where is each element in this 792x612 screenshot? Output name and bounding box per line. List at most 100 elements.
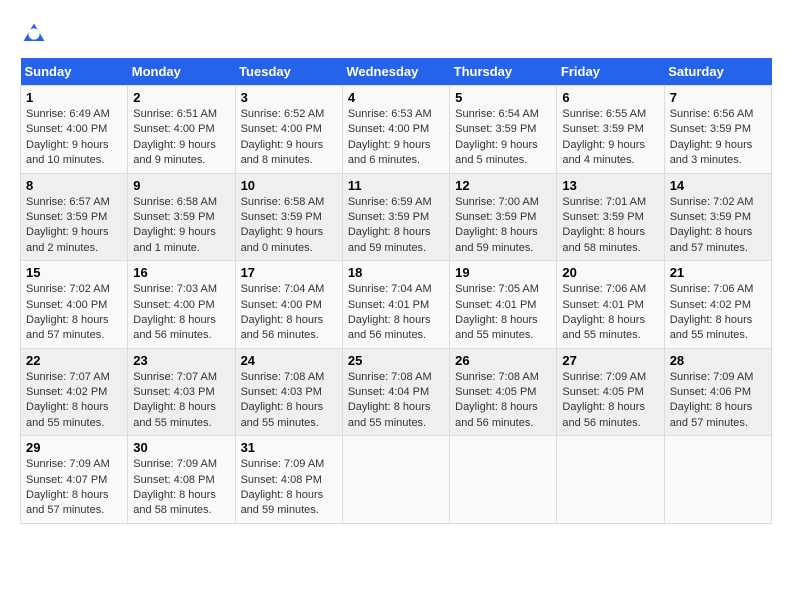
day-detail: Sunrise: 7:09 AMSunset: 4:06 PMDaylight:… xyxy=(670,371,754,429)
calendar-cell: 30 Sunrise: 7:09 AMSunset: 4:08 PMDaylig… xyxy=(128,436,235,524)
day-number: 20 xyxy=(562,265,658,280)
day-number: 18 xyxy=(348,265,444,280)
day-detail: Sunrise: 6:58 AMSunset: 3:59 PMDaylight:… xyxy=(133,196,217,254)
day-detail: Sunrise: 6:58 AMSunset: 3:59 PMDaylight:… xyxy=(241,196,325,254)
day-detail: Sunrise: 7:01 AMSunset: 3:59 PMDaylight:… xyxy=(562,196,646,254)
calendar-cell: 2 Sunrise: 6:51 AMSunset: 4:00 PMDayligh… xyxy=(128,86,235,174)
calendar-cell: 5 Sunrise: 6:54 AMSunset: 3:59 PMDayligh… xyxy=(450,86,557,174)
day-detail: Sunrise: 6:56 AMSunset: 3:59 PMDaylight:… xyxy=(670,108,754,166)
calendar-cell xyxy=(664,436,771,524)
calendar-body: 1 Sunrise: 6:49 AMSunset: 4:00 PMDayligh… xyxy=(21,86,772,524)
calendar-cell: 17 Sunrise: 7:04 AMSunset: 4:00 PMDaylig… xyxy=(235,261,342,349)
calendar-cell: 29 Sunrise: 7:09 AMSunset: 4:07 PMDaylig… xyxy=(21,436,128,524)
calendar-cell: 27 Sunrise: 7:09 AMSunset: 4:05 PMDaylig… xyxy=(557,348,664,436)
day-detail: Sunrise: 7:03 AMSunset: 4:00 PMDaylight:… xyxy=(133,283,217,341)
calendar-cell: 22 Sunrise: 7:07 AMSunset: 4:02 PMDaylig… xyxy=(21,348,128,436)
days-of-week-row: SundayMondayTuesdayWednesdayThursdayFrid… xyxy=(21,58,772,86)
day-detail: Sunrise: 7:07 AMSunset: 4:02 PMDaylight:… xyxy=(26,371,110,429)
day-number: 4 xyxy=(348,90,444,105)
calendar-cell: 9 Sunrise: 6:58 AMSunset: 3:59 PMDayligh… xyxy=(128,173,235,261)
day-number: 25 xyxy=(348,353,444,368)
calendar-cell: 28 Sunrise: 7:09 AMSunset: 4:06 PMDaylig… xyxy=(664,348,771,436)
day-detail: Sunrise: 7:05 AMSunset: 4:01 PMDaylight:… xyxy=(455,283,539,341)
day-number: 30 xyxy=(133,440,229,455)
day-number: 6 xyxy=(562,90,658,105)
day-number: 1 xyxy=(26,90,122,105)
day-detail: Sunrise: 6:49 AMSunset: 4:00 PMDaylight:… xyxy=(26,108,110,166)
day-detail: Sunrise: 7:09 AMSunset: 4:05 PMDaylight:… xyxy=(562,371,646,429)
calendar-week-row: 29 Sunrise: 7:09 AMSunset: 4:07 PMDaylig… xyxy=(21,436,772,524)
calendar-cell: 20 Sunrise: 7:06 AMSunset: 4:01 PMDaylig… xyxy=(557,261,664,349)
day-detail: Sunrise: 7:09 AMSunset: 4:07 PMDaylight:… xyxy=(26,458,110,516)
day-detail: Sunrise: 6:57 AMSunset: 3:59 PMDaylight:… xyxy=(26,196,110,254)
page-header xyxy=(20,20,772,48)
day-number: 13 xyxy=(562,178,658,193)
day-number: 3 xyxy=(241,90,337,105)
day-number: 15 xyxy=(26,265,122,280)
calendar-cell xyxy=(557,436,664,524)
day-detail: Sunrise: 6:54 AMSunset: 3:59 PMDaylight:… xyxy=(455,108,539,166)
day-number: 23 xyxy=(133,353,229,368)
day-detail: Sunrise: 6:52 AMSunset: 4:00 PMDaylight:… xyxy=(241,108,325,166)
day-number: 29 xyxy=(26,440,122,455)
calendar-table: SundayMondayTuesdayWednesdayThursdayFrid… xyxy=(20,58,772,524)
day-number: 2 xyxy=(133,90,229,105)
day-detail: Sunrise: 7:06 AMSunset: 4:02 PMDaylight:… xyxy=(670,283,754,341)
calendar-cell xyxy=(342,436,449,524)
calendar-week-row: 8 Sunrise: 6:57 AMSunset: 3:59 PMDayligh… xyxy=(21,173,772,261)
day-number: 22 xyxy=(26,353,122,368)
calendar-cell: 15 Sunrise: 7:02 AMSunset: 4:00 PMDaylig… xyxy=(21,261,128,349)
day-number: 21 xyxy=(670,265,766,280)
day-detail: Sunrise: 7:00 AMSunset: 3:59 PMDaylight:… xyxy=(455,196,539,254)
calendar-cell: 16 Sunrise: 7:03 AMSunset: 4:00 PMDaylig… xyxy=(128,261,235,349)
weekday-header: Wednesday xyxy=(342,58,449,86)
calendar-cell: 4 Sunrise: 6:53 AMSunset: 4:00 PMDayligh… xyxy=(342,86,449,174)
day-number: 5 xyxy=(455,90,551,105)
day-number: 31 xyxy=(241,440,337,455)
calendar-cell: 31 Sunrise: 7:09 AMSunset: 4:08 PMDaylig… xyxy=(235,436,342,524)
day-detail: Sunrise: 6:53 AMSunset: 4:00 PMDaylight:… xyxy=(348,108,432,166)
day-number: 26 xyxy=(455,353,551,368)
day-number: 19 xyxy=(455,265,551,280)
calendar-cell: 25 Sunrise: 7:08 AMSunset: 4:04 PMDaylig… xyxy=(342,348,449,436)
calendar-cell: 23 Sunrise: 7:07 AMSunset: 4:03 PMDaylig… xyxy=(128,348,235,436)
calendar-cell: 13 Sunrise: 7:01 AMSunset: 3:59 PMDaylig… xyxy=(557,173,664,261)
day-number: 7 xyxy=(670,90,766,105)
day-detail: Sunrise: 7:08 AMSunset: 4:05 PMDaylight:… xyxy=(455,371,539,429)
day-number: 16 xyxy=(133,265,229,280)
calendar-cell: 8 Sunrise: 6:57 AMSunset: 3:59 PMDayligh… xyxy=(21,173,128,261)
day-detail: Sunrise: 7:04 AMSunset: 4:01 PMDaylight:… xyxy=(348,283,432,341)
day-number: 11 xyxy=(348,178,444,193)
calendar-cell: 21 Sunrise: 7:06 AMSunset: 4:02 PMDaylig… xyxy=(664,261,771,349)
day-detail: Sunrise: 6:59 AMSunset: 3:59 PMDaylight:… xyxy=(348,196,432,254)
logo-icon xyxy=(20,20,48,48)
calendar-cell: 18 Sunrise: 7:04 AMSunset: 4:01 PMDaylig… xyxy=(342,261,449,349)
weekday-header: Tuesday xyxy=(235,58,342,86)
day-number: 17 xyxy=(241,265,337,280)
day-number: 8 xyxy=(26,178,122,193)
logo xyxy=(20,20,52,48)
day-number: 14 xyxy=(670,178,766,193)
calendar-week-row: 15 Sunrise: 7:02 AMSunset: 4:00 PMDaylig… xyxy=(21,261,772,349)
day-number: 12 xyxy=(455,178,551,193)
day-detail: Sunrise: 7:04 AMSunset: 4:00 PMDaylight:… xyxy=(241,283,325,341)
day-detail: Sunrise: 7:02 AMSunset: 4:00 PMDaylight:… xyxy=(26,283,110,341)
day-detail: Sunrise: 6:51 AMSunset: 4:00 PMDaylight:… xyxy=(133,108,217,166)
day-detail: Sunrise: 7:06 AMSunset: 4:01 PMDaylight:… xyxy=(562,283,646,341)
calendar-cell: 7 Sunrise: 6:56 AMSunset: 3:59 PMDayligh… xyxy=(664,86,771,174)
calendar-cell: 14 Sunrise: 7:02 AMSunset: 3:59 PMDaylig… xyxy=(664,173,771,261)
calendar-cell: 10 Sunrise: 6:58 AMSunset: 3:59 PMDaylig… xyxy=(235,173,342,261)
calendar-cell: 3 Sunrise: 6:52 AMSunset: 4:00 PMDayligh… xyxy=(235,86,342,174)
day-number: 27 xyxy=(562,353,658,368)
calendar-header: SundayMondayTuesdayWednesdayThursdayFrid… xyxy=(21,58,772,86)
calendar-week-row: 22 Sunrise: 7:07 AMSunset: 4:02 PMDaylig… xyxy=(21,348,772,436)
day-detail: Sunrise: 7:09 AMSunset: 4:08 PMDaylight:… xyxy=(241,458,325,516)
calendar-week-row: 1 Sunrise: 6:49 AMSunset: 4:00 PMDayligh… xyxy=(21,86,772,174)
day-number: 9 xyxy=(133,178,229,193)
calendar-cell: 19 Sunrise: 7:05 AMSunset: 4:01 PMDaylig… xyxy=(450,261,557,349)
weekday-header: Sunday xyxy=(21,58,128,86)
calendar-cell xyxy=(450,436,557,524)
day-detail: Sunrise: 7:08 AMSunset: 4:04 PMDaylight:… xyxy=(348,371,432,429)
weekday-header: Friday xyxy=(557,58,664,86)
day-detail: Sunrise: 7:02 AMSunset: 3:59 PMDaylight:… xyxy=(670,196,754,254)
